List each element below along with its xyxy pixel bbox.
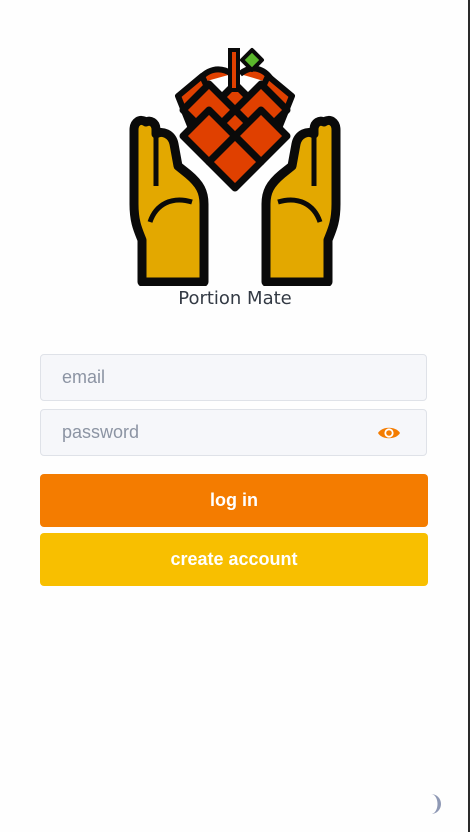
password-field[interactable] — [40, 409, 427, 456]
app-name: Portion Mate — [178, 288, 292, 309]
login-button[interactable]: log in — [40, 474, 428, 527]
app-logo — [120, 44, 350, 286]
create-account-button[interactable]: create account — [40, 533, 428, 586]
eye-icon[interactable] — [376, 423, 402, 443]
password-input[interactable] — [41, 410, 426, 455]
email-field[interactable] — [40, 354, 427, 401]
moon-icon[interactable] — [419, 793, 441, 815]
email-input[interactable] — [41, 355, 426, 400]
